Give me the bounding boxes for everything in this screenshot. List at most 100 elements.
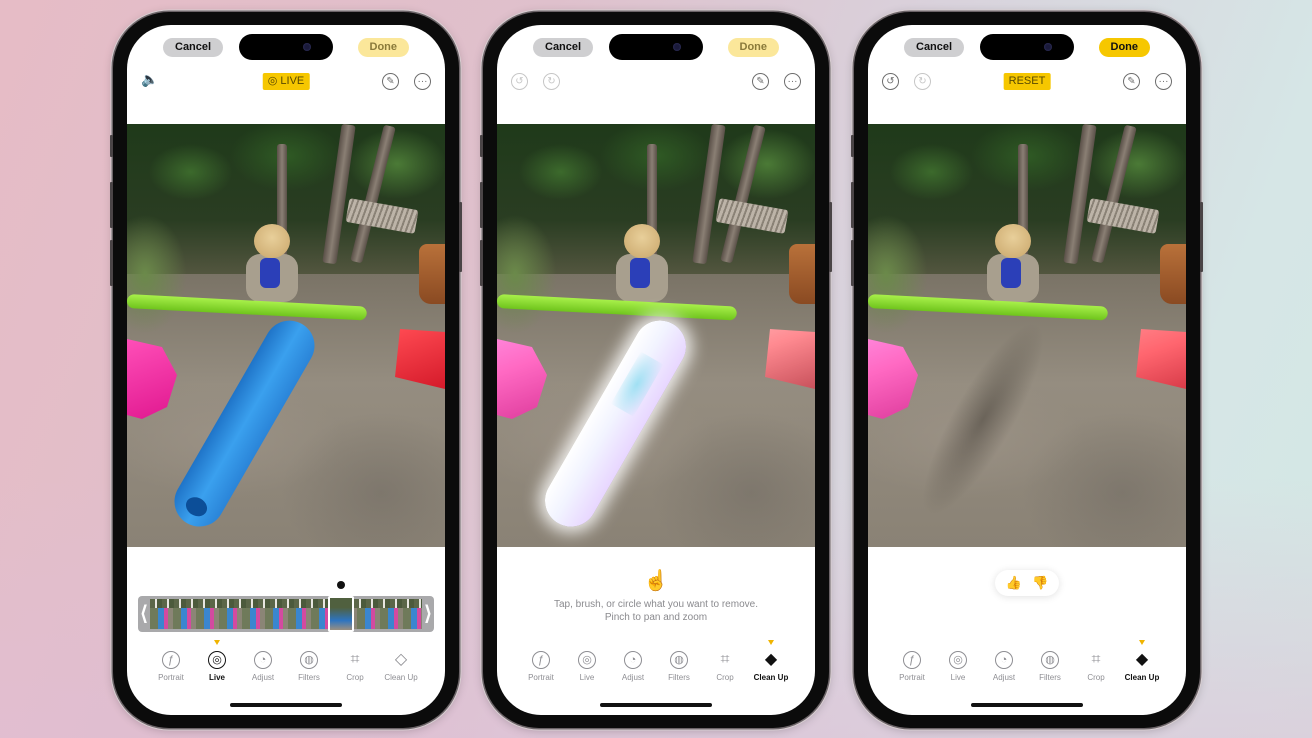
mode-label: Crop: [346, 673, 364, 682]
cancel-button[interactable]: Cancel: [904, 38, 965, 57]
camera-icon: [303, 43, 311, 51]
screen: Cancel Done ↺ ↻ ✎ ··· ☝ Tap, brush, or c…: [497, 25, 815, 715]
undo-icon[interactable]: ↺: [882, 73, 899, 90]
edit-toolbar: ↺ ↻ ✎ ···: [497, 71, 815, 93]
mode-label: Clean Up: [384, 673, 418, 682]
filters-icon: ◍: [670, 651, 688, 669]
trim-handle-right[interactable]: ⟩: [422, 596, 434, 632]
mode-label: Filters: [298, 673, 320, 682]
mode-bar: ƒ Portrait ◎ Live ◔ Adjust ◍ Filters ⌗ Crop ◇…: [149, 639, 423, 685]
edit-toolbar: ↺ ↻ RESET ✎ ···: [868, 71, 1186, 93]
mode-live[interactable]: ◎ Live: [936, 639, 980, 685]
mode-bar: ƒ Portrait ◎ Live ◔ Adjust ◍ Filters ⌗ Crop ◆…: [519, 639, 793, 685]
live-badge[interactable]: ◎ LIVE: [262, 73, 310, 90]
home-indicator[interactable]: [230, 703, 342, 707]
more-icon[interactable]: ···: [1155, 73, 1172, 90]
mode-label: Portrait: [158, 673, 184, 682]
mode-portrait[interactable]: ƒ Portrait: [890, 639, 934, 685]
mode-filters[interactable]: ◍ Filters: [287, 639, 331, 685]
mode-live[interactable]: ◎ Live: [565, 639, 609, 685]
photo-canvas[interactable]: [868, 124, 1186, 547]
mode-crop[interactable]: ⌗ Crop: [333, 639, 377, 685]
side-button: [1200, 202, 1203, 272]
portrait-icon: ƒ: [903, 651, 921, 669]
mode-label: Crop: [716, 673, 734, 682]
mode-clean-up[interactable]: ◆ Clean Up: [749, 639, 793, 685]
live-icon: ◎: [949, 651, 967, 669]
mode-portrait[interactable]: ƒ Portrait: [519, 639, 563, 685]
done-button[interactable]: Done: [1098, 38, 1150, 57]
mode-live[interactable]: ◎ Live: [195, 639, 239, 685]
mode-label: Live: [950, 673, 966, 682]
mode-filters[interactable]: ◍ Filters: [1028, 639, 1072, 685]
speaker-icon[interactable]: 🔈: [141, 71, 158, 88]
mode-adjust[interactable]: ◔ Adjust: [982, 639, 1026, 685]
active-indicator: [214, 640, 220, 645]
crop-icon: ⌗: [720, 651, 730, 668]
mode-crop[interactable]: ⌗ Crop: [703, 639, 747, 685]
action-button: [480, 135, 483, 157]
cancel-button[interactable]: Cancel: [163, 38, 224, 57]
markup-icon[interactable]: ✎: [1123, 73, 1140, 90]
selected-frame[interactable]: [328, 596, 354, 632]
screen: Cancel Done ↺ ↻ RESET ✎ ··· 👍 👎 ƒ Portra…: [868, 25, 1186, 715]
home-indicator[interactable]: [971, 703, 1083, 707]
camera-icon: [673, 43, 681, 51]
photo-canvas[interactable]: [127, 124, 445, 547]
live-icon: ◎: [578, 651, 596, 669]
mode-label: Adjust: [621, 673, 645, 682]
cancel-button[interactable]: Cancel: [533, 38, 594, 57]
mode-adjust[interactable]: ◔ Adjust: [241, 639, 285, 685]
volume-up-button: [480, 182, 483, 228]
done-button[interactable]: Done: [727, 38, 779, 57]
adjust-icon: ◔: [995, 651, 1013, 669]
mode-clean-up[interactable]: ◇ Clean Up: [379, 639, 423, 685]
side-button: [459, 202, 462, 272]
hand-gesture-icon: ☝: [643, 570, 669, 592]
redo-icon[interactable]: ↻: [914, 73, 931, 90]
photo-canvas[interactable]: [497, 124, 815, 547]
volume-down-button: [480, 240, 483, 286]
phone-clean-up-result: Cancel Done ↺ ↻ RESET ✎ ··· 👍 👎 ƒ Portra…: [851, 12, 1203, 728]
done-button[interactable]: Done: [357, 38, 409, 57]
thumbs-down-icon[interactable]: 👎: [1032, 575, 1048, 591]
screen: Cancel Done 🔈 ◎ LIVE ✎ ··· ⟨ ⟩ ƒ Portrai…: [127, 25, 445, 715]
dynamic-island: [239, 34, 333, 60]
filters-icon: ◍: [1041, 651, 1059, 669]
eraser-icon: ◆: [1135, 651, 1149, 668]
live-icon: ◎: [208, 651, 226, 669]
thumbs-up-icon[interactable]: 👍: [1006, 575, 1022, 591]
mode-adjust[interactable]: ◔ Adjust: [611, 639, 655, 685]
undo-icon[interactable]: ↺: [511, 73, 528, 90]
more-icon[interactable]: ···: [414, 73, 431, 90]
mode-filters[interactable]: ◍ Filters: [657, 639, 701, 685]
portrait-icon: ƒ: [532, 651, 550, 669]
photo-grass: [497, 214, 557, 334]
filmstrip-frames[interactable]: [150, 599, 422, 629]
trim-handle-left[interactable]: ⟨: [138, 596, 150, 632]
edit-toolbar: 🔈 ◎ LIVE ✎ ···: [127, 71, 445, 93]
home-indicator[interactable]: [600, 703, 712, 707]
adjust-icon: ◔: [254, 651, 272, 669]
live-photo-filmstrip[interactable]: ⟨ ⟩: [138, 596, 434, 632]
crop-icon: ⌗: [350, 651, 360, 668]
markup-icon[interactable]: ✎: [382, 73, 399, 90]
mode-label: Crop: [1087, 673, 1105, 682]
mode-clean-up[interactable]: ◆ Clean Up: [1120, 639, 1164, 685]
mode-crop[interactable]: ⌗ Crop: [1074, 639, 1118, 685]
mode-bar: ƒ Portrait ◎ Live ◔ Adjust ◍ Filters ⌗ Crop ◆…: [890, 639, 1164, 685]
active-indicator: [1139, 640, 1145, 645]
volume-down-button: [110, 240, 113, 286]
mode-portrait[interactable]: ƒ Portrait: [149, 639, 193, 685]
photo-dog: [789, 244, 815, 304]
mode-label: Adjust: [992, 673, 1016, 682]
photo-dog: [419, 244, 445, 304]
more-icon[interactable]: ···: [784, 73, 801, 90]
reset-button[interactable]: RESET: [1003, 73, 1051, 90]
mode-label: Clean Up: [753, 673, 789, 682]
volume-down-button: [851, 240, 854, 286]
mode-label: Live: [579, 673, 595, 682]
redo-icon[interactable]: ↻: [543, 73, 560, 90]
mode-label: Portrait: [528, 673, 554, 682]
markup-icon[interactable]: ✎: [752, 73, 769, 90]
